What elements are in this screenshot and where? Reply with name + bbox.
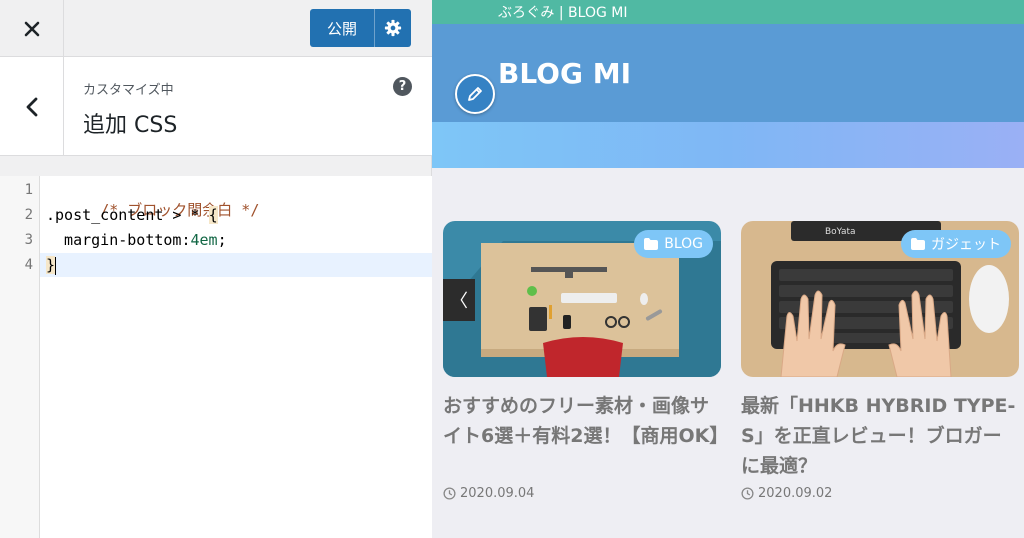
text-cursor — [55, 256, 57, 275]
css-open-brace: { — [208, 206, 218, 224]
post-thumbnail[interactable]: BLOG — [443, 221, 721, 377]
post-title[interactable]: 最新「HHKB HYBRID TYPE-S」を正直レビュー！ブロガーに最適？ — [741, 391, 1019, 481]
post-thumbnail[interactable]: BoYata ガジェット — [741, 221, 1019, 377]
category-label: ガジェット — [931, 237, 1001, 253]
keyboard-brand-text: BoYata — [825, 227, 856, 237]
code-line-3[interactable]: margin-bottom:4em; — [46, 231, 227, 249]
line-number: 3 — [24, 232, 33, 248]
gear-icon — [384, 19, 402, 37]
css-semicolon: ; — [217, 231, 227, 249]
customizer-header: 公開 — [0, 0, 432, 57]
site-preview: ぶろぐみ | BLOG MI BLOG MI BLOG おすすめのフリー素材・画… — [432, 0, 1024, 538]
css-code-editor[interactable]: 1 2 3 4 /* ブロック間余白 */ .post_content > * … — [0, 176, 432, 538]
site-title[interactable]: BLOG MI — [498, 57, 631, 90]
line-number: 2 — [24, 207, 33, 223]
edit-shortcut-button[interactable] — [455, 74, 495, 114]
site-header: BLOG MI — [432, 24, 1024, 122]
customizing-label: カスタマイズ中 — [83, 83, 174, 98]
section-title: 追加 CSS — [83, 113, 178, 138]
back-button[interactable] — [0, 57, 64, 156]
post-date-text: 2020.09.04 — [460, 486, 535, 501]
line-number: 4 — [24, 257, 33, 273]
category-label: BLOG — [664, 236, 703, 252]
css-selector: .post_content > * — [46, 206, 209, 224]
folder-icon — [644, 238, 659, 250]
customizer-panel: 公開 カスタマイズ中 追加 CSS ? 1 2 3 4 /* ブロック間余白 *… — [0, 0, 432, 538]
category-badge[interactable]: BLOG — [634, 230, 713, 258]
publish-button[interactable]: 公開 — [310, 9, 411, 47]
line-number-gutter: 1 2 3 4 — [0, 176, 40, 538]
close-customizer-button[interactable] — [0, 0, 64, 57]
code-line-2[interactable]: .post_content > * { — [46, 206, 218, 224]
publish-settings-button[interactable] — [375, 19, 411, 37]
section-header: カスタマイズ中 追加 CSS ? — [0, 57, 432, 156]
line-number: 1 — [24, 182, 33, 198]
publish-label: 公開 — [326, 19, 357, 38]
site-tagline: ぶろぐみ | BLOG MI — [498, 5, 628, 21]
post-date-text: 2020.09.02 — [758, 486, 833, 501]
folder-icon — [911, 238, 925, 250]
clock-icon — [443, 487, 456, 500]
post-title[interactable]: おすすめのフリー素材・画像サイト6選＋有料2選！【商用OK】 — [443, 391, 728, 451]
post-date: 2020.09.04 — [443, 486, 534, 501]
pencil-icon — [468, 87, 482, 101]
css-value: 4em — [190, 231, 218, 249]
css-property: margin-bottom: — [46, 231, 191, 249]
close-icon — [24, 21, 39, 36]
slider-prev-button[interactable]: 〈 — [443, 279, 475, 321]
category-badge[interactable]: ガジェット — [901, 230, 1011, 258]
post-date: 2020.09.02 — [741, 486, 832, 501]
help-icon[interactable]: ? — [393, 77, 412, 96]
active-line-highlight — [40, 253, 432, 277]
clock-icon — [741, 487, 754, 500]
chevron-left-icon — [26, 97, 37, 116]
header-gradient-band — [432, 122, 1024, 168]
code-line-4[interactable]: } — [46, 256, 57, 275]
css-close-brace: } — [46, 256, 56, 274]
chevron-left-icon: 〈 — [450, 291, 468, 312]
preview-top-bar: ぶろぐみ | BLOG MI — [432, 0, 1024, 24]
